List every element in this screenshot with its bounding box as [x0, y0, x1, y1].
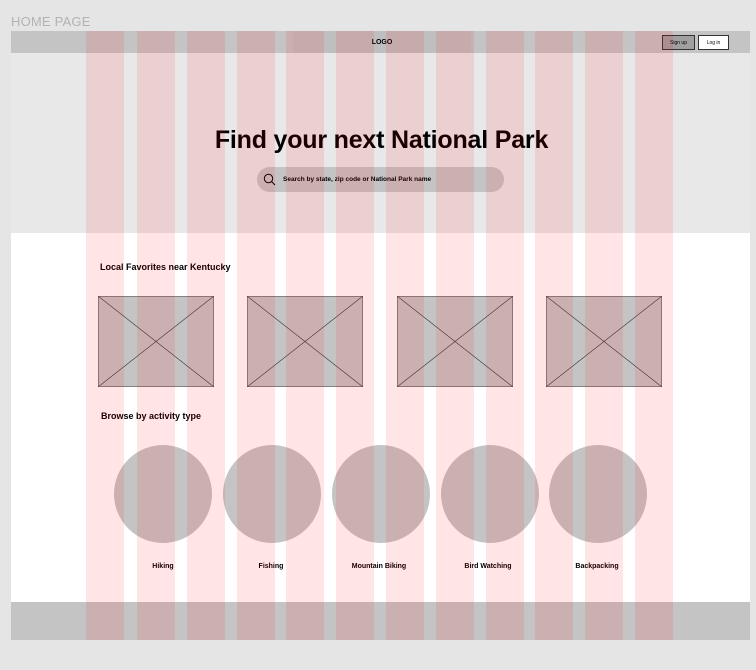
footer [11, 602, 750, 640]
hero-title: Find your next National Park [214, 126, 549, 154]
image-placeholder-icon [247, 296, 363, 387]
local-favorites-title: Local Favorites near Kentucky [100, 262, 231, 272]
image-placeholder-icon [397, 296, 513, 387]
logo[interactable]: LOGO [293, 31, 471, 53]
search-icon [263, 173, 276, 186]
image-placeholder-icon [546, 296, 662, 387]
favorite-card-image[interactable] [98, 296, 214, 387]
activity-hiking-image[interactable] [114, 445, 212, 543]
activity-backpacking-image[interactable] [549, 445, 647, 543]
activity-bird-watching-image[interactable] [441, 445, 539, 543]
favorite-card-image[interactable] [546, 296, 662, 387]
image-placeholder-icon [98, 296, 214, 387]
activity-fishing-image[interactable] [223, 445, 321, 543]
navbar: LOGO Sign up Log in [11, 31, 750, 53]
browse-activity-title: Browse by activity type [101, 411, 202, 421]
search-placeholder: Search by state, zip code or National Pa… [283, 176, 432, 183]
home-page-frame: LOGO Sign up Log in Find your next Natio… [11, 31, 750, 640]
activity-label-mountain-biking[interactable]: Mountain Biking [319, 563, 439, 570]
activity-label-backpacking[interactable]: Backpacking [537, 563, 657, 570]
signup-button[interactable]: Sign up [662, 35, 695, 50]
activity-label-bird-watching[interactable]: Bird Watching [428, 563, 548, 570]
login-button[interactable]: Log in [698, 35, 729, 50]
activity-label-hiking[interactable]: Hiking [103, 563, 223, 570]
hero-section: Find your next National Park Search by s… [11, 53, 750, 233]
search-input[interactable]: Search by state, zip code or National Pa… [257, 167, 504, 192]
favorite-card-image[interactable] [397, 296, 513, 387]
activity-label-fishing[interactable]: Fishing [211, 563, 331, 570]
favorite-card-image[interactable] [247, 296, 363, 387]
frame-label: HOME PAGE [11, 14, 91, 29]
activity-mountain-biking-image[interactable] [332, 445, 430, 543]
